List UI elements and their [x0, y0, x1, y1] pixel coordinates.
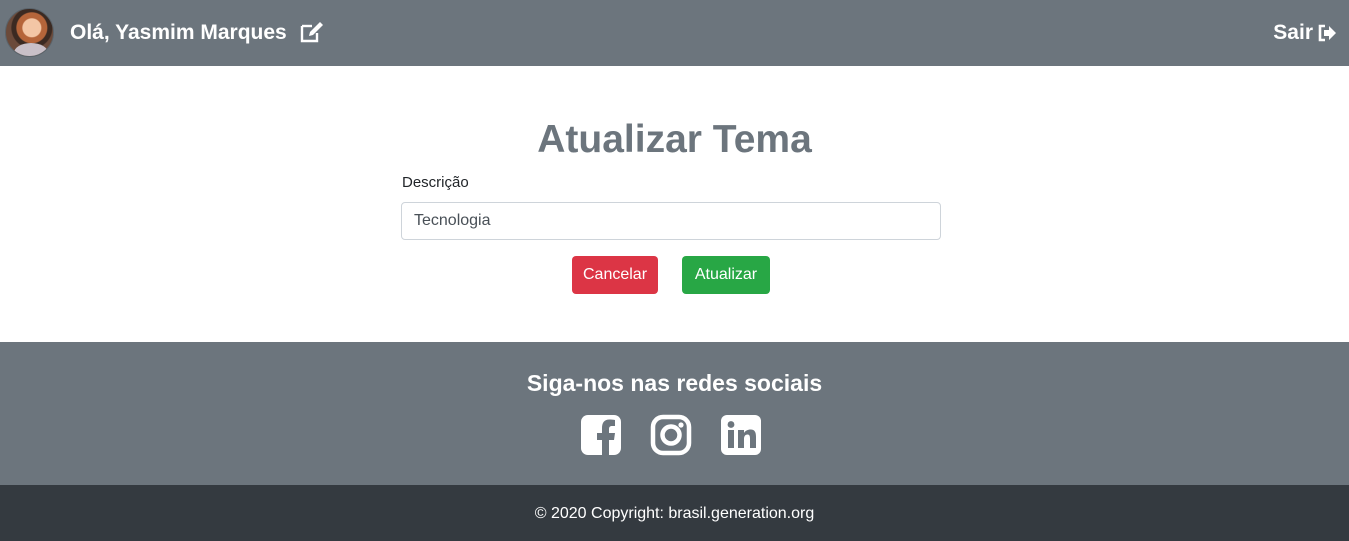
description-input[interactable] [401, 202, 941, 240]
logout-button[interactable]: Sair [1273, 20, 1337, 46]
edit-icon[interactable] [299, 21, 325, 45]
logout-label: Sair [1273, 21, 1313, 44]
cancel-button[interactable]: Cancelar [572, 256, 658, 294]
user-avatar[interactable] [5, 8, 54, 57]
top-navbar: Olá, Yasmim Marques Sair [0, 0, 1349, 66]
social-title: Siga-nos nas redes sociais [526, 370, 823, 396]
greeting-text: Olá, Yasmim Marques [70, 21, 287, 44]
update-button[interactable]: Atualizar [682, 256, 770, 294]
copyright-bar: © 2020 Copyright: brasil.generation.org [0, 485, 1349, 541]
social-footer: Siga-nos nas redes sociais [0, 342, 1349, 485]
page-title: Atualizar Tema [537, 118, 812, 161]
copyright-text: © 2020 Copyright: brasil.generation.org [534, 505, 815, 522]
linkedin-icon[interactable] [720, 414, 762, 456]
facebook-icon[interactable] [580, 414, 622, 456]
description-label: Descrição [402, 174, 469, 191]
sign-out-icon [1317, 23, 1337, 43]
instagram-icon[interactable] [650, 414, 692, 456]
